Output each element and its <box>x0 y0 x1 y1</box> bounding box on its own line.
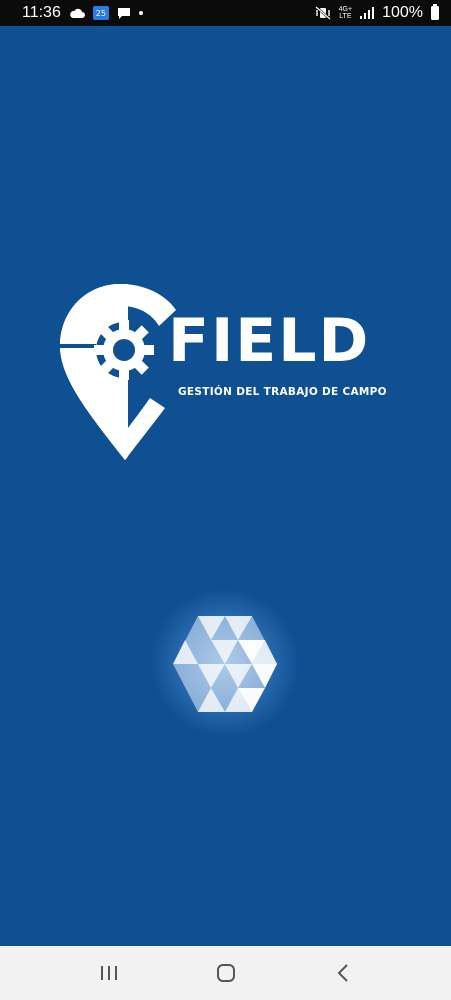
recent-apps-button[interactable] <box>89 953 129 993</box>
back-icon <box>337 964 348 982</box>
cloud-icon <box>69 8 85 19</box>
home-icon <box>216 964 235 982</box>
clock: 11:36 <box>22 4 61 21</box>
signal-icon <box>360 7 375 19</box>
brand-wordmark: FIELD <box>168 306 371 376</box>
hexagon-loading-icon <box>173 616 277 712</box>
message-icon <box>117 7 131 20</box>
brand-tagline: GESTIÓN DEL TRABAJO DE CAMPO <box>178 386 387 398</box>
app-badge-icon: 25 <box>92 6 109 20</box>
mute-vibrate-icon <box>314 6 331 20</box>
splash-screen <box>0 26 451 946</box>
network-type-icon: 4G+ LTE <box>339 6 352 20</box>
network-top-label: 4G+ <box>338 6 353 13</box>
navigation-bar <box>0 946 451 1000</box>
network-bottom-label: LTE <box>339 13 352 20</box>
back-button[interactable] <box>323 953 363 993</box>
battery-icon <box>431 4 439 20</box>
home-button[interactable] <box>206 953 246 993</box>
notification-dot-icon <box>138 11 143 15</box>
status-bar-left: 11:36 25 <box>22 4 143 22</box>
status-bar-right: 4G+ LTE 100% <box>314 4 439 22</box>
battery-percent: 100% <box>382 4 423 21</box>
status-bar: 11:36 25 4G+ LTE 100% <box>0 0 451 26</box>
recent-apps-icon <box>100 966 117 980</box>
